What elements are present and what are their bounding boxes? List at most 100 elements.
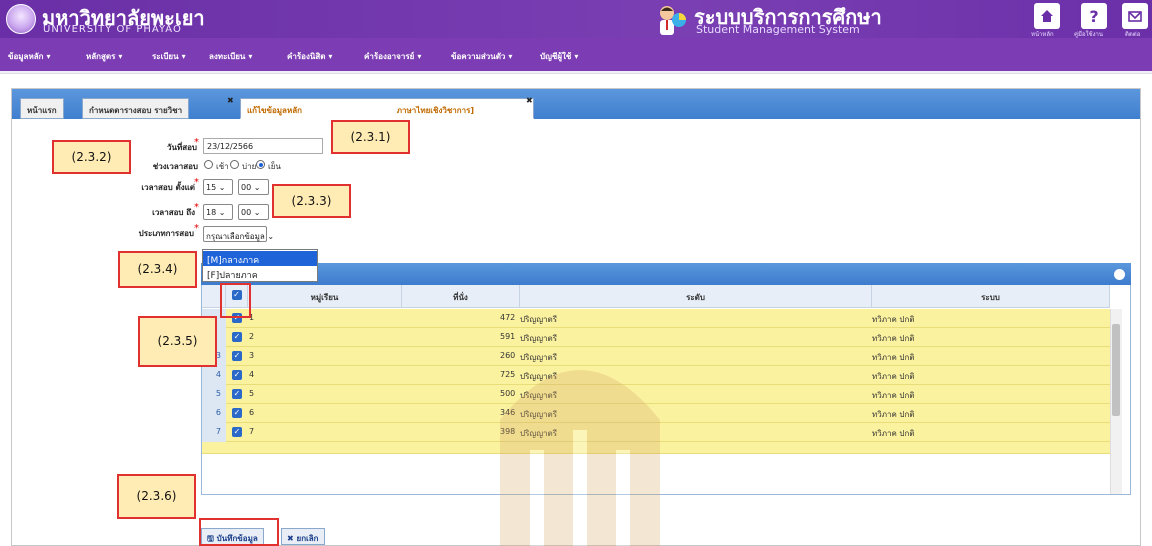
row-number: 6 (202, 404, 226, 423)
system-cell: ทวิภาค ปกติ (872, 410, 915, 419)
end-minute-select[interactable]: 00 ⌄ (238, 204, 269, 220)
annotation-2-3-2: (2.3.2) (52, 140, 131, 174)
row-number: 5 (202, 385, 226, 404)
close-icon: ✖ (287, 534, 294, 543)
period-evening-label: เย็น (268, 162, 281, 171)
menu-item-student-requests[interactable]: คำร้องนิสิต ▾ (287, 50, 332, 63)
exam-period-label: ช่วงเวลาสอบ (152, 162, 198, 171)
annotation-2-3-3: (2.3.3) (272, 184, 351, 218)
help-icon: ? (1089, 6, 1099, 26)
group-cell: 7 (249, 427, 255, 436)
home-icon (1041, 10, 1053, 22)
group-cell: 3 (249, 351, 255, 360)
university-logo-icon (6, 4, 36, 34)
system-name-en: Student Management System (696, 23, 860, 36)
annotation-2-3-6: (2.3.6) (117, 474, 196, 519)
cancel-button[interactable]: ✖ ยกเลิก (281, 528, 325, 545)
menu-item-curriculum[interactable]: หลักสูตร ▾ (86, 50, 122, 63)
start-minute-select[interactable]: 00 ⌄ (238, 179, 269, 195)
annotation-2-3-1: (2.3.1) (331, 120, 410, 154)
menu-item-teacher-requests[interactable]: คำร้องอาจารย์ ▾ (364, 50, 421, 63)
period-morning-radio[interactable] (204, 160, 213, 169)
tab-edit-master[interactable]: แก้ไขข้อมูลหลัก ภาษาไทยเชิงวิชาการ] (240, 98, 534, 119)
exam-type-label: ประเภทการสอบ (138, 229, 194, 238)
app-header: มหาวิทยาลัยพะเยา UNIVERSITY OF PHAYAO ระ… (0, 0, 1152, 38)
chevron-down-icon: ⌄ (218, 208, 226, 217)
exam-date-field[interactable]: 23/12/2566 (203, 138, 323, 154)
period-afternoon-label: บ่าย (242, 162, 257, 171)
system-cell: ทวิภาค ปกติ (872, 372, 915, 381)
end-time-label: เวลาสอบ ถึง (152, 208, 195, 217)
row-checkbox[interactable]: ✓ (232, 427, 242, 437)
exam-date-label: วันที่สอบ (167, 143, 197, 152)
highlight-save-button (199, 518, 279, 546)
column-header-group: หมู่เรียน (248, 285, 402, 308)
system-cell: ทวิภาค ปกติ (872, 334, 915, 343)
menu-item-account[interactable]: บัญชีผู้ใช้ ▾ (540, 50, 578, 63)
table-header-bar (201, 263, 1131, 285)
system-cell: ทวิภาค ปกติ (872, 429, 915, 438)
row-checkbox[interactable]: ✓ (232, 370, 242, 380)
row-number: 7 (202, 423, 226, 442)
end-hour-select[interactable]: 18 ⌄ (203, 204, 233, 220)
system-cell: ทวิภาค ปกติ (872, 353, 915, 362)
row-checkbox[interactable]: ✓ (232, 408, 242, 418)
menu-bar: ข้อมูลหลัก ▾ หลักสูตร ▾ ระเบียน ▾ ลงทะเบียน… (0, 38, 1152, 74)
chevron-down-icon: ⌄ (267, 232, 275, 241)
group-cell: 2 (249, 332, 255, 341)
watermark-logo-icon (500, 370, 660, 546)
annotation-2-3-4: (2.3.4) (118, 251, 197, 288)
close-icon[interactable]: ✖ (526, 96, 533, 105)
system-cell: ทวิภาค ปกติ (872, 391, 915, 400)
chevron-down-icon: ⌄ (253, 208, 261, 217)
home-button[interactable] (1034, 3, 1060, 29)
close-icon[interactable]: ✖ (227, 96, 234, 105)
menu-item-messages[interactable]: ข้อความส่วนตัว ▾ (451, 50, 512, 63)
mail-button[interactable] (1122, 3, 1148, 29)
row-checkbox[interactable]: ✓ (232, 332, 242, 342)
chevron-down-icon: ▾ (181, 52, 186, 61)
highlight-select-all (220, 283, 251, 318)
period-morning-label: เช้า (216, 162, 229, 171)
exam-type-dropdown[interactable]: [M]กลางภาค [F]ปลายภาค (202, 249, 318, 282)
group-cell: 5 (249, 389, 255, 398)
menu-item-register[interactable]: ลงทะเบียน ▾ (209, 50, 252, 63)
row-checkbox[interactable]: ✓ (232, 351, 242, 361)
required-marker: * (194, 137, 199, 148)
period-afternoon-radio[interactable] (230, 160, 239, 169)
period-evening-radio[interactable] (256, 160, 265, 169)
chevron-down-icon: ▾ (508, 52, 513, 61)
row-number: 4 (202, 366, 226, 385)
column-header-system: ระบบ (872, 285, 1110, 308)
chevron-down-icon: ⌄ (253, 183, 261, 192)
tab-exam-schedule[interactable]: กำหนดตารางสอบ รายวิชา (82, 98, 190, 119)
mascot-icon (660, 6, 686, 35)
chevron-down-icon: ▾ (328, 52, 333, 61)
group-cell: 6 (249, 408, 255, 417)
option-final[interactable]: [F]ปลายภาค (203, 266, 317, 281)
start-time-label: เวลาสอบ ตั้งแต่ (141, 183, 195, 192)
row-checkbox[interactable]: ✓ (232, 389, 242, 399)
system-cell: ทวิภาค ปกติ (872, 315, 915, 324)
start-hour-select[interactable]: 15 ⌄ (203, 179, 233, 195)
tab-home[interactable]: หน้าแรก (20, 98, 64, 119)
chevron-down-icon: ▾ (118, 52, 123, 61)
chevron-down-icon: ⌄ (218, 183, 226, 192)
annotation-2-3-5: (2.3.5) (138, 316, 217, 367)
option-midterm[interactable]: [M]กลางภาค (203, 251, 317, 266)
required-marker: * (194, 177, 199, 188)
chevron-down-icon: ▾ (417, 52, 422, 61)
group-cell: 4 (249, 370, 255, 379)
chevron-down-icon: ▾ (574, 52, 579, 61)
exam-type-select[interactable]: กรุณาเลือกข้อมูล ⌄ (203, 226, 274, 242)
university-name-en: UNIVERSITY OF PHAYAO (43, 24, 182, 35)
mail-icon (1128, 11, 1142, 22)
chevron-down-icon: ▾ (248, 52, 253, 61)
menu-item-master[interactable]: ข้อมูลหลัก ▾ (8, 50, 50, 63)
required-marker: * (194, 223, 199, 234)
scrollbar-thumb[interactable] (1112, 324, 1120, 416)
chevron-down-icon: ▾ (46, 52, 51, 61)
menu-item-records[interactable]: ระเบียน ▾ (152, 50, 186, 63)
help-button[interactable]: ? (1081, 3, 1107, 29)
collapse-icon[interactable] (1114, 269, 1125, 280)
